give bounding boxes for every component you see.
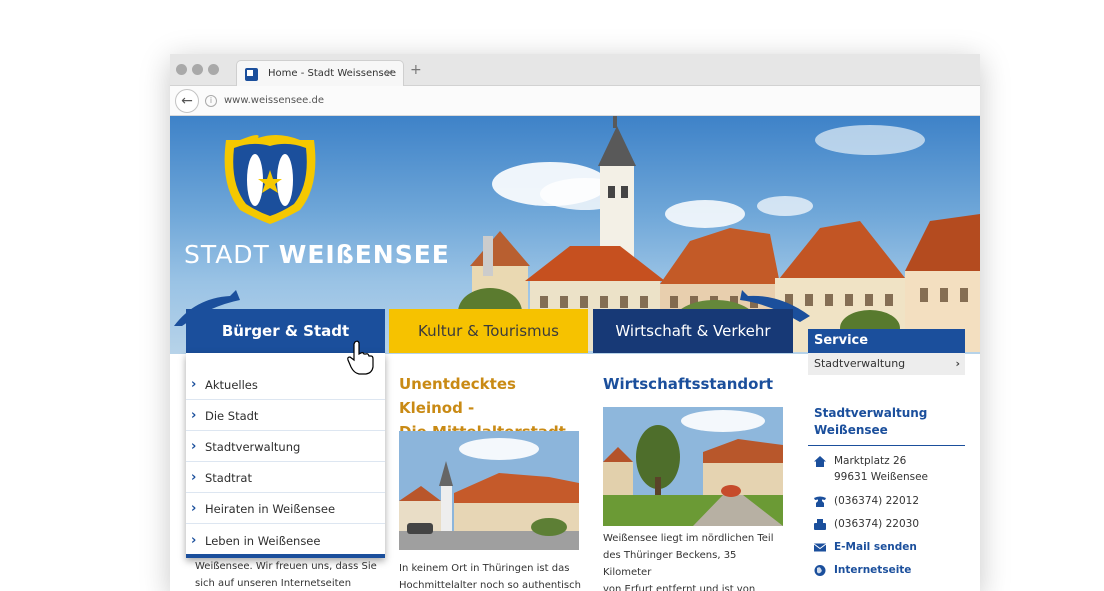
dropdown-item-label: Die Stadt bbox=[205, 409, 259, 423]
back-arrow-icon[interactable]: ← bbox=[175, 89, 199, 113]
address-line: 99631 Weißensee bbox=[834, 471, 929, 483]
globe-icon bbox=[814, 565, 826, 576]
chevron-right-icon: › bbox=[191, 533, 197, 548]
logo-text-light: STADT bbox=[184, 240, 279, 269]
service-item-stadtverwaltung[interactable]: Stadtverwaltung › bbox=[808, 353, 965, 375]
browser-window: Home - Stadt Weissensee × + ← i www.weis… bbox=[170, 54, 980, 591]
article-mittelalterstadt: Unentdecktes Kleinod - Die Mittelalterst… bbox=[399, 372, 581, 591]
article-title-line[interactable]: Unentdecktes Kleinod - bbox=[399, 372, 581, 420]
site-favicon-icon bbox=[245, 68, 258, 81]
chevron-right-icon: › bbox=[191, 408, 197, 423]
article-title-line[interactable]: Wirtschaftsstandort bbox=[603, 372, 785, 396]
website-link[interactable]: Internetseite bbox=[834, 562, 911, 578]
dropdown-item-heiraten[interactable]: › Heiraten in Weißensee bbox=[186, 493, 385, 524]
article-text-line: Hochmittelalter noch so authentisch bbox=[399, 580, 581, 591]
new-tab-icon[interactable]: + bbox=[410, 63, 422, 77]
address-line: Marktplatz 26 bbox=[834, 455, 907, 467]
article-text-line: Weißensee liegt im nördlichen Teil bbox=[603, 533, 774, 544]
minimize-window-dot[interactable] bbox=[192, 64, 203, 75]
dropdown-item-stadtrat[interactable]: › Stadtrat bbox=[186, 462, 385, 493]
article-wirtschaftsstandort: Wirtschaftsstandort Weißensee liegt im n… bbox=[603, 372, 785, 591]
article-image-wirtschaftsstandort[interactable] bbox=[603, 407, 783, 526]
article-text-line: In keinem Ort in Thüringen ist das bbox=[399, 563, 570, 574]
chevron-right-icon: › bbox=[191, 470, 197, 485]
service-item-label: Stadtverwaltung bbox=[814, 357, 906, 370]
phone-number[interactable]: (036374) 22012 bbox=[834, 493, 919, 509]
service-heading: Service bbox=[808, 329, 965, 353]
zoom-window-dot[interactable] bbox=[208, 64, 219, 75]
tab-title: Home - Stadt Weissensee bbox=[268, 68, 396, 79]
fax-number: (036374) 22030 bbox=[834, 518, 920, 530]
dropdown-item-label: Stadtrat bbox=[205, 471, 252, 485]
intro-text-line: Weißensee. Wir freuen uns, dass Sie bbox=[195, 561, 377, 572]
dropdown-item-label: Aktuelles bbox=[205, 378, 258, 392]
admin-title-line: Weißensee bbox=[814, 423, 888, 437]
dropdown-item-die-stadt[interactable]: › Die Stadt bbox=[186, 400, 385, 431]
chevron-right-icon: › bbox=[955, 357, 960, 370]
logo-text-bold: WEIßENSEE bbox=[278, 240, 450, 269]
site-info-icon[interactable]: i bbox=[205, 95, 217, 107]
admin-title: Stadtverwaltung Weißensee bbox=[814, 405, 927, 439]
browser-tab-bar: Home - Stadt Weissensee × + bbox=[170, 54, 980, 87]
url-field[interactable]: www.weissensee.de bbox=[224, 95, 324, 106]
chevron-right-icon: › bbox=[191, 439, 197, 454]
dropdown-item-label: Leben in Weißensee bbox=[205, 534, 321, 548]
nav-tab-kultur-tourismus[interactable]: Kultur & Tourismus bbox=[389, 309, 588, 353]
dropdown-item-stadtverwaltung[interactable]: › Stadtverwaltung bbox=[186, 431, 385, 462]
intro-text-line: sich auf unseren Internetseiten bbox=[195, 578, 352, 589]
close-window-dot[interactable] bbox=[176, 64, 187, 75]
home-icon bbox=[814, 456, 826, 467]
nav-tab-wirtschaft-verkehr[interactable]: Wirtschaft & Verkehr bbox=[593, 309, 793, 353]
fax-icon bbox=[814, 519, 826, 530]
address-bar: ← i www.weissensee.de bbox=[170, 86, 980, 116]
dropdown-item-label: Stadtverwaltung bbox=[205, 440, 301, 454]
article-text-line: von Erfurt entfernt und ist von bbox=[603, 584, 756, 591]
hand-pointer-icon bbox=[347, 340, 374, 375]
phone-icon bbox=[814, 496, 826, 507]
article-text-line: des Thüringer Beckens, 35 Kilometer bbox=[603, 550, 737, 578]
intro-text: Weißensee. Wir freuen uns, dass Sie sich… bbox=[195, 558, 385, 591]
chevron-right-icon: › bbox=[191, 501, 197, 516]
email-link[interactable]: E-Mail senden bbox=[834, 539, 917, 555]
dropdown-menu-buerger-stadt: › Aktuelles › Die Stadt › Stadtverwaltung ›… bbox=[186, 353, 385, 558]
article-image-mittelalterstadt[interactable] bbox=[399, 431, 579, 550]
tab-close-icon[interactable]: × bbox=[385, 66, 394, 79]
chevron-right-icon: › bbox=[191, 377, 197, 392]
dropdown-item-leben[interactable]: › Leben in Weißensee bbox=[186, 524, 385, 555]
divider bbox=[808, 445, 965, 446]
admin-title-line: Stadtverwaltung bbox=[814, 406, 928, 420]
site-logo-wordmark[interactable]: STADT WEIßENSEE bbox=[184, 240, 450, 269]
browser-tab-active[interactable]: Home - Stadt Weissensee × bbox=[236, 60, 404, 87]
service-sidebar: Service Stadtverwaltung › Stadtverwaltun… bbox=[808, 329, 965, 576]
dropdown-item-label: Heiraten in Weißensee bbox=[205, 502, 336, 516]
envelope-icon bbox=[814, 543, 826, 552]
